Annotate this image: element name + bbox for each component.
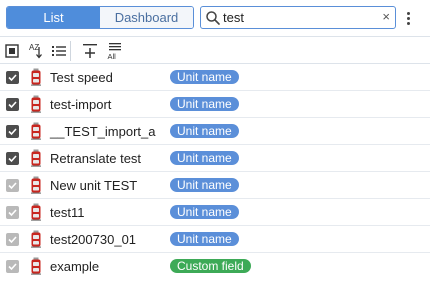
unit-name: Test speed <box>50 70 113 85</box>
list-item[interactable]: test200730_01 Unit name <box>0 226 430 253</box>
checkmark-icon <box>8 236 17 244</box>
unit-name-badge: Unit name <box>170 124 239 138</box>
show-all-label: All <box>108 52 117 61</box>
checkmark-icon <box>8 209 17 217</box>
unit-icon <box>31 122 41 140</box>
row-checkbox[interactable] <box>6 98 19 111</box>
select-all-icon[interactable] <box>2 41 22 61</box>
unit-icon <box>31 257 41 275</box>
row-checkbox[interactable] <box>6 71 19 84</box>
unit-name: test11 <box>50 205 85 220</box>
more-options-icon[interactable] <box>403 8 413 28</box>
checkmark-icon <box>8 101 17 109</box>
clear-search-icon[interactable]: × <box>382 9 390 24</box>
list-item[interactable]: Test speed Unit name <box>0 64 430 91</box>
unit-name: New unit TEST <box>50 178 138 193</box>
list-item[interactable]: test-import Unit name <box>0 91 430 118</box>
show-all-icon[interactable]: All <box>105 41 125 61</box>
unit-name-badge: Unit name <box>170 178 239 192</box>
unit-name: __TEST_import_a <box>50 124 156 139</box>
unit-icon <box>31 203 41 221</box>
list-item[interactable]: __TEST_import_a Unit name <box>0 118 430 145</box>
unit-name-badge: Unit name <box>170 205 239 219</box>
view-toggle: List Dashboard <box>6 6 194 29</box>
unit-name-badge: Unit name <box>170 70 239 84</box>
row-checkbox[interactable] <box>6 179 19 192</box>
list-item[interactable]: example Custom field <box>0 253 430 277</box>
toolbar-divider <box>70 41 71 61</box>
unit-icon <box>31 149 41 167</box>
list-tab[interactable]: List <box>7 7 100 28</box>
checkmark-icon <box>8 263 17 271</box>
unit-icon <box>31 230 41 248</box>
list-item[interactable]: Retranslate test Unit name <box>0 145 430 172</box>
toolbar: AZ All <box>0 36 430 64</box>
sort-az-icon[interactable]: AZ <box>26 41 46 61</box>
checkmark-icon <box>8 182 17 190</box>
checkmark-icon <box>8 155 17 163</box>
row-checkbox[interactable] <box>6 260 19 273</box>
search-box: × <box>200 6 396 29</box>
unit-list: Test speed Unit name test-import Unit name _… <box>0 64 430 277</box>
list-item[interactable]: New unit TEST Unit name <box>0 172 430 199</box>
unit-name: test-import <box>50 97 112 112</box>
row-checkbox[interactable] <box>6 233 19 246</box>
unit-icon <box>31 95 41 113</box>
row-checkbox[interactable] <box>6 206 19 219</box>
unit-icon <box>31 68 41 86</box>
row-checkbox[interactable] <box>6 125 19 138</box>
checkmark-icon <box>8 74 17 82</box>
list-options-icon[interactable] <box>49 41 69 61</box>
add-item-icon[interactable] <box>80 41 100 61</box>
unit-name: test200730_01 <box>50 232 137 247</box>
row-checkbox[interactable] <box>6 152 19 165</box>
dashboard-tab[interactable]: Dashboard <box>100 7 193 28</box>
search-icon <box>206 11 220 25</box>
list-item[interactable]: test11 Unit name <box>0 199 430 226</box>
unit-name: example <box>50 259 100 274</box>
unit-name: Retranslate test <box>50 151 142 166</box>
search-input[interactable] <box>223 9 373 26</box>
checkmark-icon <box>8 128 17 136</box>
unit-icon <box>31 176 41 194</box>
unit-name-badge: Unit name <box>170 151 239 165</box>
sort-az-label: AZ <box>29 43 39 52</box>
top-bar: List Dashboard × <box>0 0 430 36</box>
unit-name-badge: Unit name <box>170 97 239 111</box>
unit-name-badge: Unit name <box>170 232 239 246</box>
custom-field-badge: Custom field <box>170 259 251 273</box>
